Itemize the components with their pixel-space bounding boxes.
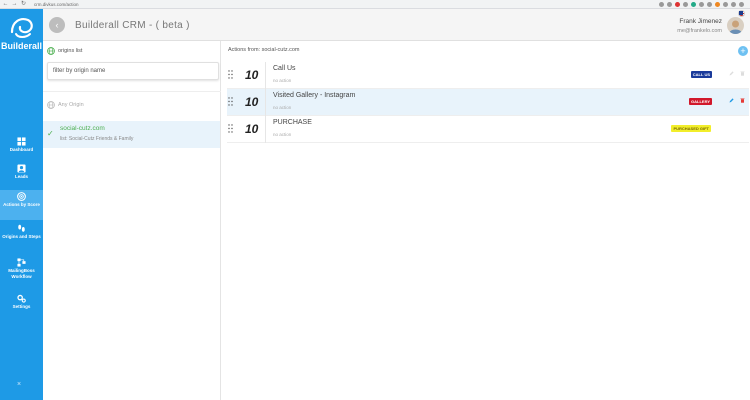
origin-name: social-cutz.com: [60, 125, 105, 132]
globe-icon: [47, 101, 55, 109]
collapse-sidebar-icon[interactable]: ×: [17, 381, 21, 388]
sidebar-item-label: Origins and Steps: [2, 234, 41, 239]
tag-badge: CALL US: [690, 71, 712, 78]
divider: [265, 116, 266, 143]
browser-back-icon[interactable]: ←: [2, 1, 9, 8]
action-row[interactable]: 10 Call Us no action CALL US: [227, 62, 749, 89]
action-row[interactable]: 10 PURCHASE no action PURCHASED GIFT: [227, 116, 749, 143]
page-title: Builderall CRM - ( beta ): [75, 20, 190, 31]
origins-panel: origins list filter by origin name Any O…: [43, 41, 221, 400]
any-origin-option[interactable]: Any Origin: [47, 101, 84, 109]
action-status: no action: [273, 78, 292, 83]
action-score: 10: [245, 122, 259, 136]
origin-filter-input[interactable]: filter by origin name: [47, 62, 219, 80]
any-origin-label: Any Origin: [58, 102, 84, 108]
sidebar-item-actions-by-score[interactable]: Actions by Score: [0, 190, 43, 220]
sidebar-item-label: Actions by Score: [3, 202, 40, 207]
sidebar-item-dashboard[interactable]: Dashboard: [0, 137, 43, 159]
add-action-button[interactable]: +: [738, 46, 748, 56]
sidebar-item-label: Leads: [14, 174, 28, 179]
edit-icon[interactable]: [729, 71, 734, 76]
check-icon: ✓: [47, 129, 54, 138]
action-row[interactable]: 10 Visited Gallery - Instagram no action…: [227, 89, 749, 116]
action-status: no action: [273, 132, 292, 137]
sidebar-item-origins-and-steps[interactable]: Origins and Steps: [0, 224, 43, 252]
origin-list-item[interactable]: ✓ social-cutz.com list: Social-Cutz Frie…: [43, 121, 220, 148]
extension-icon[interactable]: [739, 1, 744, 7]
extension-icon[interactable]: [667, 1, 672, 7]
action-title: Call Us: [273, 65, 296, 72]
extension-icons: [659, 1, 744, 7]
origin-list-name: list: Social-Cutz Friends & Family: [60, 136, 134, 142]
extension-icon[interactable]: [723, 1, 728, 7]
brand-logo[interactable]: Builderall: [0, 12, 43, 56]
origins-header: origins list: [47, 47, 82, 55]
delete-icon[interactable]: [740, 71, 745, 76]
browser-forward-icon[interactable]: →: [11, 1, 18, 8]
dashboard-icon: [17, 137, 26, 146]
sidebar-item-label: Settings: [12, 304, 31, 309]
score-icon: [17, 192, 26, 201]
back-button[interactable]: ‹: [49, 17, 65, 33]
brand-name: Builderall: [0, 41, 42, 51]
tag-badge: GALLERY: [689, 98, 712, 105]
workflow-icon: [17, 258, 26, 267]
row-tools: [729, 71, 745, 76]
browser-reload-icon[interactable]: ↻: [20, 1, 27, 8]
action-title: PURCHASE: [273, 119, 312, 126]
extension-icon[interactable]: [675, 1, 680, 7]
extension-icon[interactable]: [731, 1, 736, 7]
builderall-logo-icon: [10, 18, 33, 38]
action-score: 10: [245, 95, 259, 109]
actions-panel: Actions from: social-cutz.com + 10 Call …: [221, 41, 750, 400]
action-title: Visited Gallery - Instagram: [273, 92, 356, 99]
extension-icon[interactable]: [659, 1, 664, 7]
drag-handle-icon[interactable]: [228, 124, 233, 133]
sidebar-item-leads[interactable]: Leads: [0, 164, 43, 186]
user-name: Frank Jimenez: [679, 18, 722, 25]
sidebar-item-settings[interactable]: Settings: [0, 294, 43, 316]
us-flag-icon[interactable]: [738, 10, 745, 17]
action-score: 10: [245, 68, 259, 82]
divider: [265, 89, 266, 116]
drag-handle-icon[interactable]: [228, 97, 233, 106]
browser-toolbar: ← → ↻ crm.divkus.com/action: [0, 0, 750, 9]
avatar[interactable]: [727, 17, 744, 34]
extension-icon[interactable]: [683, 1, 688, 7]
globe-icon: [47, 47, 55, 55]
sidebar-item-mailingboss-workflow[interactable]: MailingBoss Workflow: [0, 258, 43, 286]
delete-icon[interactable]: [740, 98, 745, 103]
footsteps-icon: [18, 224, 25, 232]
edit-icon[interactable]: [729, 98, 734, 103]
tag-badge: PURCHASED GIFT: [671, 125, 711, 132]
row-tools: [729, 98, 745, 103]
action-status: no action: [273, 105, 292, 110]
divider: [265, 62, 266, 89]
avatar-image-icon: [729, 20, 742, 34]
sidebar-item-label: MailingBoss Workflow: [8, 268, 35, 279]
address-bar[interactable]: crm.divkus.com/action: [31, 1, 591, 8]
extension-icon[interactable]: [699, 1, 704, 7]
sidebar: Builderall Dashboard Leads Actions by Sc…: [0, 9, 43, 400]
app-header: ‹ Builderall CRM - ( beta ) Frank Jimene…: [43, 9, 750, 41]
sidebar-item-label: Dashboard: [9, 147, 34, 152]
divider: [43, 91, 221, 92]
extension-icon[interactable]: [715, 1, 720, 7]
user-email: me@frankelo.com: [677, 28, 722, 34]
gears-icon: [17, 294, 26, 303]
drag-handle-icon[interactable]: [228, 70, 233, 79]
origins-title: origins list: [58, 48, 83, 54]
actions-title: Actions from: social-cutz.com: [228, 47, 300, 53]
extension-icon[interactable]: [707, 1, 712, 7]
leads-icon: [17, 164, 26, 173]
extension-icon[interactable]: [691, 1, 696, 7]
